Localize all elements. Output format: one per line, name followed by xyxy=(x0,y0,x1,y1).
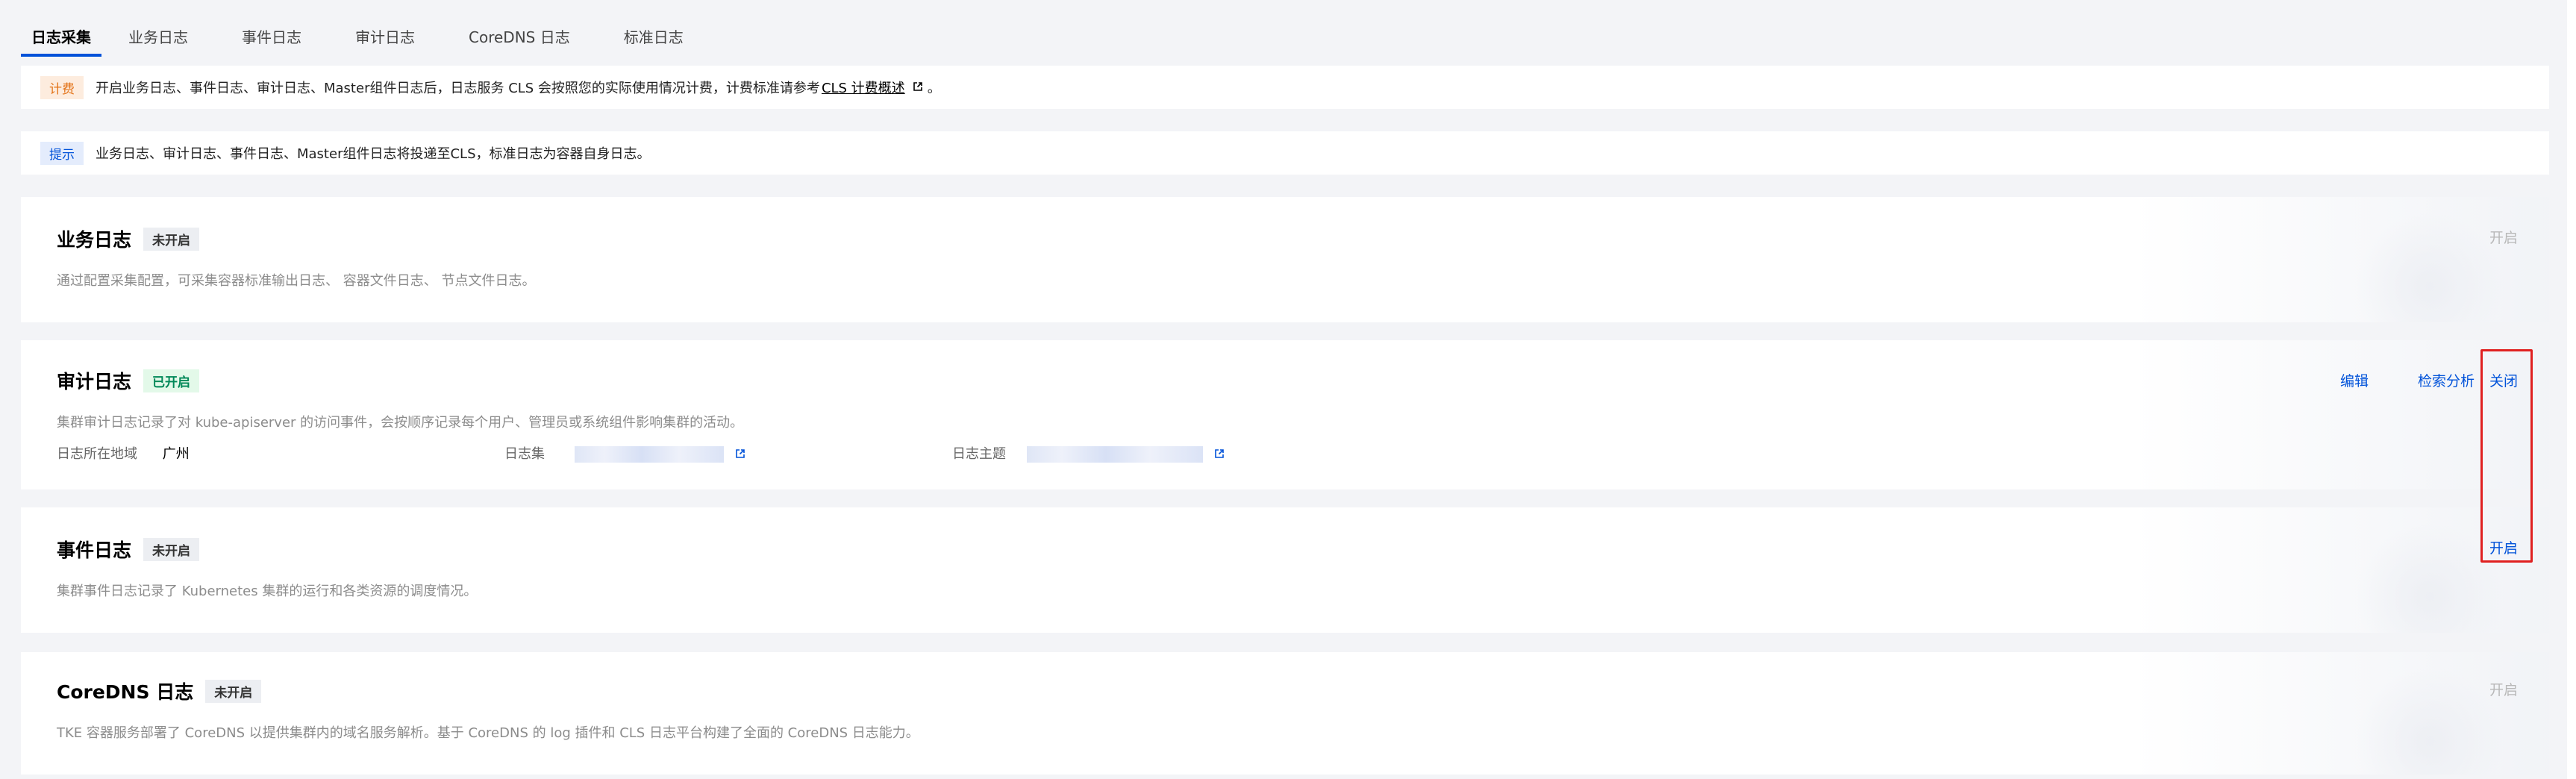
card-title: CoreDNS 日志 未开启 xyxy=(57,678,262,704)
status-badge: 已开启 xyxy=(143,369,200,392)
external-link-icon[interactable] xyxy=(735,447,745,463)
tab-coredns-log[interactable]: CoreDNS 日志 xyxy=(457,21,582,54)
tab-event-log[interactable]: 事件日志 xyxy=(230,21,313,54)
tab-audit-log[interactable]: 审计日志 xyxy=(343,21,427,54)
log-tabs: 日志采集 业务日志 事件日志 审计日志 CoreDNS 日志 标准日志 xyxy=(21,21,725,57)
event-log-card: 事件日志 未开启 集群事件日志记录了 Kubernetes 集群的运行和各类资源… xyxy=(21,507,2549,633)
audit-log-card: 审计日志 已开启 集群审计日志记录了对 kube-apiserver 的访问事件… xyxy=(21,340,2549,489)
business-log-title: 业务日志 xyxy=(57,229,132,251)
status-badge: 未开启 xyxy=(205,679,262,703)
cls-pricing-link[interactable]: CLS 计费概述 xyxy=(822,78,905,97)
tab-business-log[interactable]: 业务日志 xyxy=(116,21,200,54)
region-label: 日志所在地域 xyxy=(57,446,137,462)
tip-tag: 提示 xyxy=(40,141,84,165)
coredns-log-title: CoreDNS 日志 xyxy=(57,681,194,703)
card-title: 审计日志 已开启 xyxy=(57,367,200,394)
audit-log-edit-button[interactable]: 编辑 xyxy=(2340,370,2369,390)
audit-log-region: 日志所在地域 广州 xyxy=(57,443,190,463)
external-link-icon[interactable] xyxy=(1214,447,1225,463)
coredns-log-enable-button[interactable]: 开启 xyxy=(2489,679,2518,699)
tab-standard-log[interactable]: 标准日志 xyxy=(612,21,695,54)
highlight-annotation-box xyxy=(2480,349,2533,563)
tip-notice-text: 业务日志、审计日志、事件日志、Master组件日志将投递至CLS，标准日志为容器… xyxy=(96,146,651,162)
event-log-title: 事件日志 xyxy=(57,539,132,561)
card-title: 业务日志 未开启 xyxy=(57,225,200,252)
logset-label: 日志集 xyxy=(504,446,545,462)
business-log-card: 业务日志 未开启 通过配置采集配置，可采集容器标准输出日志、 容器文件日志、 节… xyxy=(21,197,2549,322)
business-log-desc: 通过配置采集配置，可采集容器标准输出日志、 容器文件日志、 节点文件日志。 xyxy=(57,273,536,289)
tip-notice: 提示 业务日志、审计日志、事件日志、Master组件日志将投递至CLS，标准日志… xyxy=(21,131,2549,175)
audit-logset: 日志集 xyxy=(504,443,750,463)
topic-label: 日志主题 xyxy=(952,446,1006,462)
audit-log-desc: 集群审计日志记录了对 kube-apiserver 的访问事件，会按顺序记录每个… xyxy=(57,415,744,431)
logset-value-redacted[interactable] xyxy=(574,446,724,463)
status-badge: 未开启 xyxy=(143,537,200,561)
audit-log-search-button[interactable]: 检索分析 xyxy=(2418,370,2475,390)
external-link-icon[interactable] xyxy=(913,80,923,96)
business-log-enable-button[interactable]: 开启 xyxy=(2489,227,2518,247)
tab-log-collection[interactable]: 日志采集 xyxy=(21,21,101,57)
right-edge-strip xyxy=(2567,0,2576,779)
audit-log-topic: 日志主题 xyxy=(952,443,1229,463)
fee-notice: 计费 开启业务日志、事件日志、审计日志、Master组件日志后，日志服务 CLS… xyxy=(21,66,2549,109)
fee-tag: 计费 xyxy=(40,75,84,99)
audit-log-title: 审计日志 xyxy=(57,371,132,392)
card-title: 事件日志 未开启 xyxy=(57,536,200,563)
status-badge: 未开启 xyxy=(143,227,200,251)
topic-value-redacted[interactable] xyxy=(1026,446,1203,463)
event-log-desc: 集群事件日志记录了 Kubernetes 集群的运行和各类资源的调度情况。 xyxy=(57,584,478,599)
region-value: 广州 xyxy=(162,446,190,462)
fee-notice-text: 开启业务日志、事件日志、审计日志、Master组件日志后，日志服务 CLS 会按… xyxy=(96,81,820,96)
coredns-log-card: CoreDNS 日志 未开启 TKE 容器服务部署了 CoreDNS 以提供集群… xyxy=(21,652,2549,775)
coredns-log-desc: TKE 容器服务部署了 CoreDNS 以提供集群内的域名服务解析。基于 Cor… xyxy=(57,725,919,741)
fee-notice-suffix: 。 xyxy=(927,81,941,96)
